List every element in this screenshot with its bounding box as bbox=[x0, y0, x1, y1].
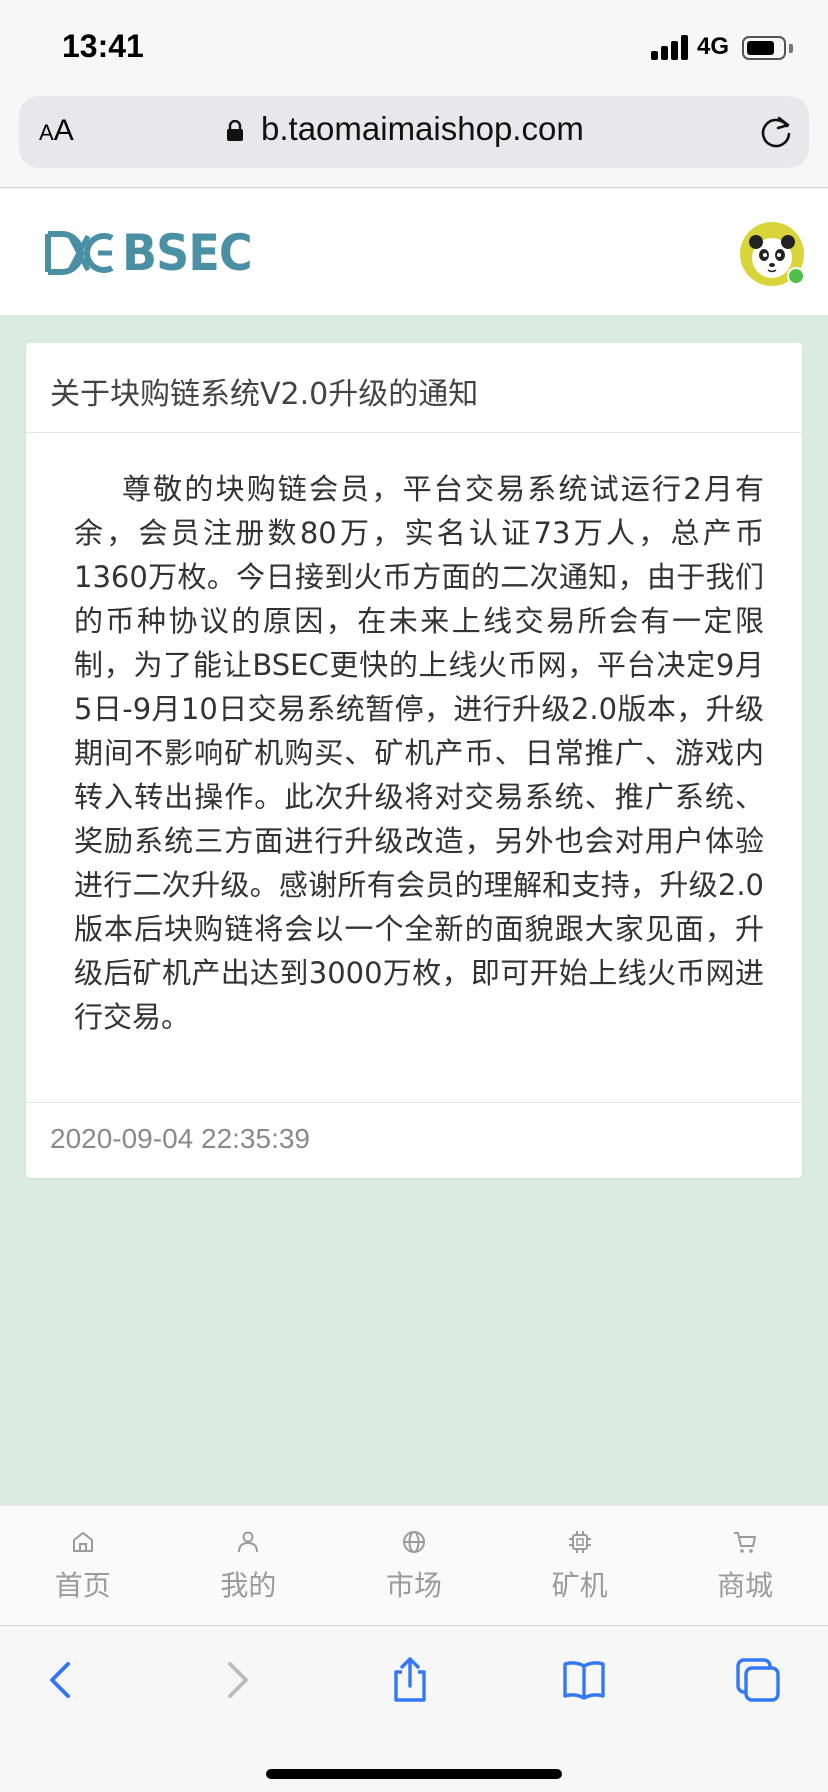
nav-label: 矿机 bbox=[551, 1569, 608, 1602]
home-icon bbox=[72, 1532, 93, 1552]
browser-toolbar bbox=[0, 1625, 828, 1792]
app-bottom-nav: 首页 我的 市场 矿机 商城 bbox=[0, 1505, 828, 1625]
tabs-icon[interactable] bbox=[734, 1656, 782, 1704]
online-status-dot bbox=[787, 267, 805, 285]
lock-icon bbox=[227, 120, 243, 141]
nav-item-market[interactable]: 市场 bbox=[331, 1506, 497, 1625]
nav-label: 市场 bbox=[385, 1569, 442, 1602]
forward-icon[interactable] bbox=[212, 1656, 260, 1704]
reload-icon[interactable] bbox=[757, 112, 795, 150]
signal-icon bbox=[651, 34, 691, 60]
share-icon[interactable] bbox=[386, 1656, 434, 1704]
nav-item-mall[interactable]: 商城 bbox=[662, 1506, 828, 1625]
nav-label: 我的 bbox=[220, 1569, 277, 1602]
notice-card: 关于块购链系统V2.0升级的通知 尊敬的块购链会员，平台交易系统试运行2月有余，… bbox=[26, 343, 802, 1178]
bsec-logo[interactable]: BSEC bbox=[44, 224, 263, 282]
browser-address-area: AA b.taomaimaishop.com bbox=[0, 94, 828, 188]
logo-mark-icon bbox=[45, 231, 114, 275]
globe-icon bbox=[402, 1531, 425, 1553]
address-bar[interactable]: AA b.taomaimaishop.com bbox=[19, 96, 809, 168]
home-indicator bbox=[266, 1769, 562, 1779]
nav-item-mine[interactable]: 我的 bbox=[166, 1506, 332, 1625]
user-icon bbox=[238, 1531, 259, 1553]
status-bar: 13:41 4G bbox=[0, 0, 828, 94]
divider bbox=[26, 432, 802, 433]
status-time: 13:41 bbox=[62, 28, 144, 64]
chip-icon bbox=[568, 1531, 591, 1553]
battery-level bbox=[747, 41, 774, 55]
battery-tip bbox=[789, 44, 793, 53]
nav-item-home[interactable]: 首页 bbox=[0, 1506, 166, 1625]
back-icon[interactable] bbox=[38, 1656, 86, 1704]
site-header: BSEC bbox=[0, 189, 828, 315]
cart-icon bbox=[734, 1532, 757, 1553]
divider bbox=[26, 1102, 802, 1103]
battery-icon bbox=[742, 36, 786, 60]
nav-label: 首页 bbox=[54, 1569, 111, 1602]
content-area: 关于块购链系统V2.0升级的通知 尊敬的块购链会员，平台交易系统试运行2月有余，… bbox=[0, 315, 828, 1505]
url-text[interactable]: b.taomaimaishop.com bbox=[261, 110, 584, 148]
nav-item-miner[interactable]: 矿机 bbox=[497, 1506, 663, 1625]
notice-body: 尊敬的块购链会员，平台交易系统试运行2月有余，会员注册数80万，实名认证73万人… bbox=[74, 472, 764, 1034]
bookmarks-icon[interactable] bbox=[560, 1656, 608, 1704]
notice-date: 2020-09-04 22:35:39 bbox=[50, 1123, 310, 1154]
logo-text: BSEC bbox=[122, 224, 253, 282]
text-size-button[interactable]: AA bbox=[39, 114, 74, 148]
network-type: 4G bbox=[697, 33, 730, 60]
nav-label: 商城 bbox=[717, 1569, 774, 1602]
notice-title: 关于块购链系统V2.0升级的通知 bbox=[50, 377, 479, 412]
